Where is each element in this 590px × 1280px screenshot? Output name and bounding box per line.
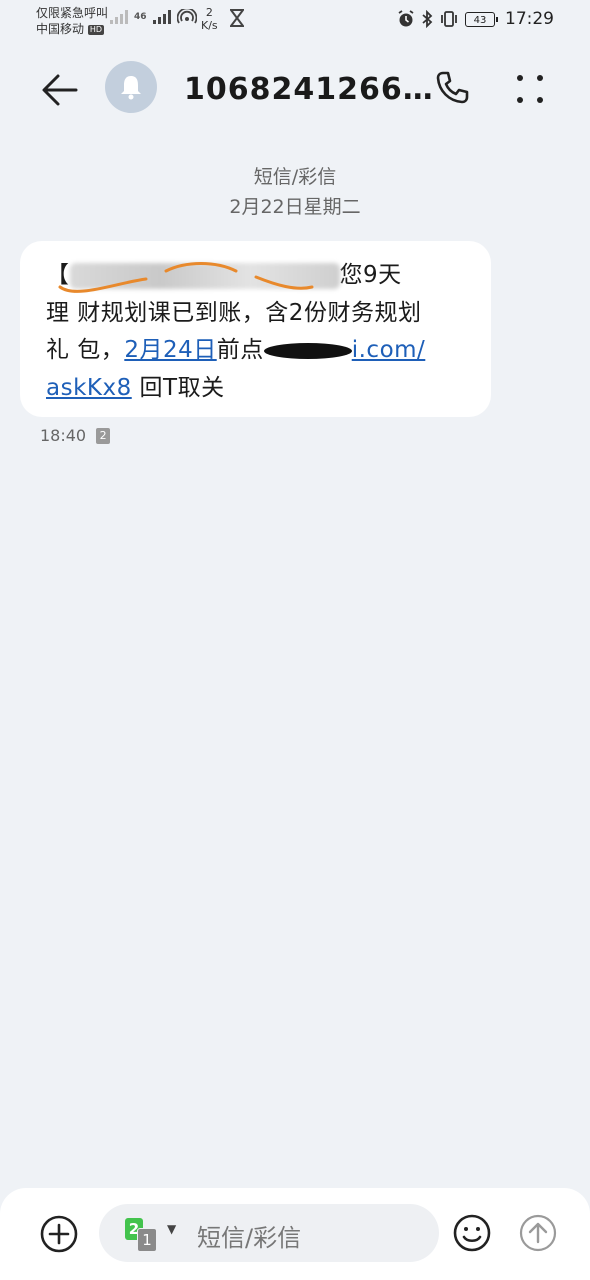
url-link[interactable]: i.com/ <box>263 337 426 363</box>
send-arrow-icon[interactable] <box>518 1213 558 1253</box>
message-date: 2月22日星期二 <box>229 196 361 218</box>
sim-secondary: 1 <box>137 1228 157 1252</box>
input-placeholder: 短信/彩信 <box>197 1224 302 1252</box>
hd-badge: HD <box>87 24 105 35</box>
status-time: 17:29 <box>505 9 554 29</box>
hotspot-icon <box>176 9 197 24</box>
plus-circle-icon[interactable] <box>38 1213 80 1255</box>
signal-icon-2 <box>152 10 171 24</box>
conversation-header: 1068241266… <box>0 52 590 128</box>
alarm-icon <box>398 10 414 27</box>
message-input[interactable]: 2 1 ▼ 短信/彩信 <box>99 1204 439 1262</box>
battery-icon: 43 <box>465 11 498 27</box>
sim-selector[interactable]: 2 1 ▼ <box>125 1218 181 1252</box>
status-right: 43 17:29 <box>397 9 554 29</box>
carrier-name: 中国移动 <box>36 22 85 36</box>
signal-icon <box>110 10 128 24</box>
emoji-icon[interactable] <box>452 1213 492 1253</box>
message-time: 18:40 <box>40 426 87 445</box>
chevron-down-icon: ▼ <box>167 1222 177 1236</box>
hourglass-icon <box>230 9 244 27</box>
message-bubble[interactable]: 【您9天 理 财规划课已到账，含2份财务规划 礼 包，2月24日前点 i.com/… <box>20 241 491 417</box>
composer-bar: 2 1 ▼ 短信/彩信 <box>0 1188 590 1280</box>
bluetooth-icon <box>422 10 433 28</box>
date-link[interactable]: 2月24日 <box>124 337 216 363</box>
network-type: 46 <box>134 12 147 22</box>
url-link-continued[interactable]: askKx8 <box>46 375 132 401</box>
avatar[interactable] <box>105 61 157 113</box>
status-bar: 仅限紧急呼叫 中国移动 HD 46 2 K/s 43 17:29 <box>0 0 590 44</box>
carrier-info: 仅限紧急呼叫 中国移动 HD <box>36 5 108 37</box>
vibrate-icon <box>441 11 457 27</box>
more-dots-icon[interactable] <box>515 74 545 104</box>
network-speed: 2 K/s <box>201 6 218 32</box>
message-meta: 18:40 2 <box>40 426 111 445</box>
message-type-label: 短信/彩信 <box>253 166 337 188</box>
emergency-text: 仅限紧急呼叫 <box>36 6 109 20</box>
arrow-left-icon[interactable] <box>40 72 80 108</box>
bell-icon <box>121 76 141 100</box>
phone-icon[interactable] <box>434 70 470 106</box>
redacted-scribble <box>263 342 352 359</box>
sim-badge: 2 <box>96 427 111 444</box>
signal-icons: 46 <box>110 9 197 25</box>
contact-title: 1068241266… <box>184 72 434 107</box>
orange-scribble <box>58 262 314 293</box>
